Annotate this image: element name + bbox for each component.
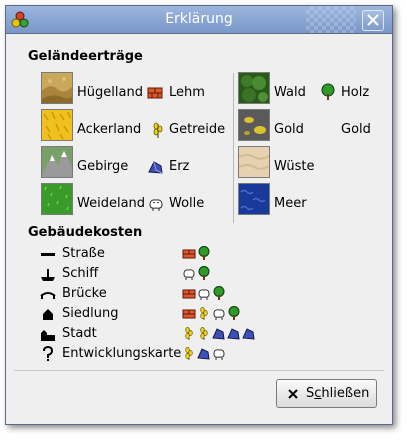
terrain-heading: Geländeerträge	[28, 49, 143, 64]
tree-icon	[228, 306, 240, 320]
wheat-icon	[153, 122, 163, 138]
brick-icon	[182, 309, 196, 319]
hill-tile-icon	[41, 72, 73, 104]
settlement-icon	[43, 309, 53, 320]
brick-icon	[182, 289, 196, 299]
close-icon	[288, 389, 298, 399]
terrain-name: Weideland	[77, 196, 146, 211]
building-name: Entwicklungskarte	[62, 346, 182, 361]
tree-icon	[198, 266, 210, 280]
terrain-name: Wald	[274, 85, 306, 100]
terrain-name: Ackerland	[77, 122, 142, 137]
wheat-icon	[200, 307, 208, 320]
resource-name: Getreide	[169, 122, 226, 137]
titlebar[interactable]: Erklärung	[6, 6, 392, 34]
ore-icon	[227, 328, 240, 340]
tree-icon	[213, 286, 225, 300]
close-button-label: Schließen	[306, 386, 370, 401]
field-tile-icon	[41, 109, 73, 141]
mountain-tile-icon	[41, 146, 73, 178]
terrain-name: Gebirge	[77, 159, 129, 174]
footer-separator	[14, 370, 384, 371]
resource-name: Gold	[341, 122, 371, 137]
wheat-icon	[185, 347, 193, 360]
terrain-name: Gold	[274, 122, 304, 137]
bridge-icon	[40, 292, 56, 299]
sea-tile-icon	[238, 183, 270, 215]
terrain-name: Hügelland	[77, 85, 143, 100]
forest-tile-icon	[238, 72, 270, 104]
road-icon	[41, 253, 55, 256]
wool-icon	[213, 349, 225, 360]
terrain-name: Meer	[274, 196, 307, 211]
close-icon	[367, 14, 379, 26]
resource-name: Wolle	[169, 196, 205, 211]
wool-icon	[183, 269, 195, 280]
wool-icon	[198, 289, 210, 300]
wheat-icon	[185, 327, 193, 340]
close-mnemonic: c	[314, 386, 322, 401]
tree-icon	[321, 83, 335, 100]
column-separator	[233, 73, 234, 223]
ore-icon	[148, 161, 163, 174]
building-name: Brücke	[62, 286, 107, 301]
tree-icon	[198, 246, 210, 260]
building-name: Stadt	[62, 326, 97, 341]
ore-icon	[212, 328, 225, 340]
building-name: Schiff	[62, 266, 99, 281]
building-name: Siedlung	[62, 306, 119, 321]
resource-name: Holz	[341, 85, 370, 100]
window-title: Erklärung	[165, 11, 233, 27]
ship-icon	[41, 269, 55, 281]
pasture-tile-icon	[41, 183, 73, 215]
ore-icon	[197, 348, 210, 360]
building-costs-heading: Gebäudekosten	[28, 225, 143, 240]
brick-icon	[147, 87, 163, 99]
city-icon	[41, 330, 55, 341]
question-icon	[43, 346, 54, 361]
brick-icon	[182, 249, 196, 259]
terrain-name: Wüste	[274, 159, 315, 174]
wool-icon	[213, 309, 225, 320]
gold-tile-icon	[238, 109, 270, 141]
resource-name: Lehm	[169, 85, 205, 100]
window-close-button[interactable]	[362, 10, 384, 31]
close-button[interactable]: Schließen	[276, 379, 377, 408]
wool-icon	[149, 199, 163, 211]
wheat-icon	[200, 327, 208, 340]
building-name: Straße	[62, 246, 105, 261]
legend-dialog: Erklärung Geländeerträge Hügelland Lehm …	[5, 5, 393, 425]
resource-name: Erz	[169, 159, 190, 174]
desert-tile-icon	[238, 146, 270, 178]
ore-icon	[242, 328, 255, 340]
